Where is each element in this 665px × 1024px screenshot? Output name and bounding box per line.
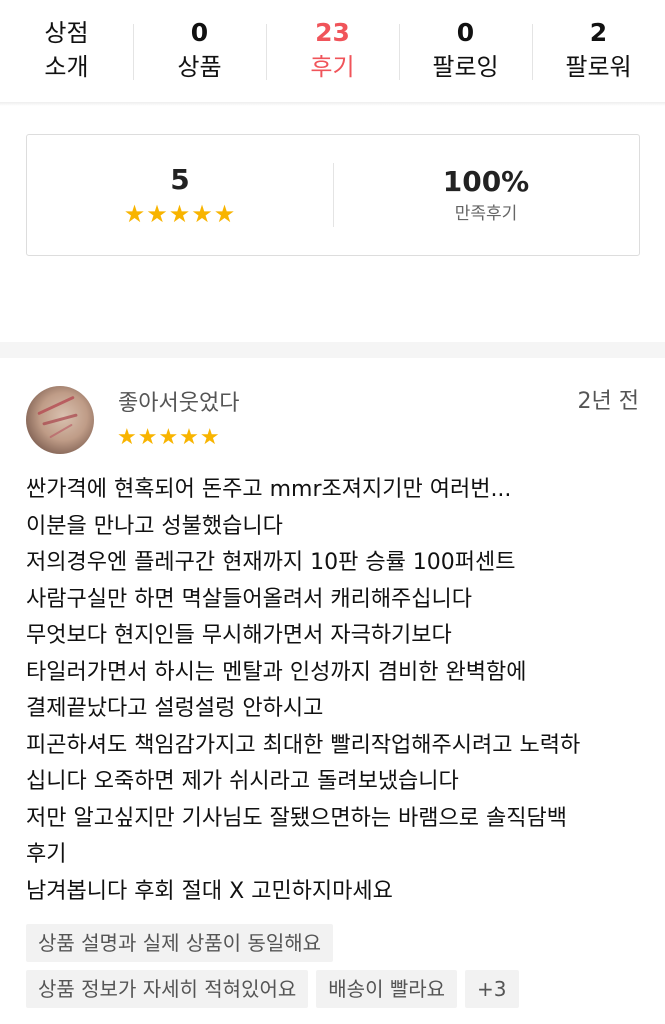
review-time: 2년 전 [577, 389, 639, 414]
review-tag-same-as-description: 상품 설명과 실제 상품이 동일해요 [26, 924, 334, 962]
following-count: 0 [456, 18, 475, 47]
review-body: 싼가격에 현혹되어 돈주고 mmr조져지기만 여러번... 이분을 만나고 성불… [26, 472, 646, 910]
tab-shop-intro-line1: 상점 [44, 19, 89, 47]
reviewer-name[interactable]: 좋아서웃었다 [118, 388, 239, 420]
more-tags-button[interactable]: +3 [465, 970, 519, 1008]
average-star-rating: ★★★★★ [123, 200, 237, 228]
review-line: 피곤하셔도 책임감가지고 최대한 빨리작업해주시려고 노력하 [26, 732, 581, 758]
tab-shop-intro-line2: 소개 [44, 53, 89, 81]
tab-following-label: 팔로잉 [432, 53, 499, 81]
review-line: 사람구실만 하면 멱살들어올려서 캐리해주십니다 [26, 586, 473, 612]
products-count: 0 [190, 18, 209, 47]
review-line: 십니다 오죽하면 제가 쉬시라고 돌려보냈습니다 [26, 769, 459, 794]
reviews-count: 23 [315, 18, 350, 47]
tab-shop-intro[interactable]: 상점 소개 [0, 0, 133, 102]
tab-reviews-label: 후기 [310, 53, 355, 81]
satisfaction-percent: 100% [442, 165, 530, 198]
review-line: 결제끝났다고 설렁설렁 안하시고 [26, 696, 324, 721]
shop-stats-tabs: 상점 소개 0 상품 23 후기 0 팔로잉 2 팔로워 [0, 0, 665, 102]
tab-following[interactable]: 0 팔로잉 [399, 0, 532, 102]
section-divider [0, 342, 665, 358]
average-score: 5 [170, 163, 190, 196]
review-tag-fast-delivery: 배송이 빨라요 [316, 970, 458, 1008]
review-line: 저만 알고싶지만 기사님도 잘됐으면하는 바램으로 솔직담백 [26, 805, 567, 831]
review-line: 저의경우엔 플레구간 현재까지 10판 승률 100퍼센트 [26, 550, 516, 575]
satisfaction-rating: 100% 만족후기 [333, 135, 639, 255]
followers-count: 2 [589, 18, 608, 47]
average-rating: 5 ★★★★★ [27, 135, 333, 255]
review-line: 이분을 만나고 성불했습니다 [26, 513, 283, 539]
review-line: 타일러가면서 하시는 멘탈과 인성까지 겸비한 완벽함에 [26, 659, 527, 685]
reviewer-avatar[interactable] [26, 386, 94, 454]
review-line: 남겨봅니다 후회 절대 X 고민하지마세요 [26, 878, 393, 904]
tabs-shadow [0, 102, 665, 106]
review-star-rating: ★★★★★ [117, 425, 221, 450]
rating-summary-box: 5 ★★★★★ 100% 만족후기 [26, 134, 640, 256]
tab-products[interactable]: 0 상품 [133, 0, 266, 102]
tab-reviews[interactable]: 23 후기 [266, 0, 399, 102]
review-tag-detailed-info: 상품 정보가 자세히 적혀있어요 [26, 970, 309, 1008]
tab-products-label: 상품 [177, 53, 222, 81]
review-line: 무엇보다 현지인들 무시해가면서 자극하기보다 [26, 623, 452, 648]
tab-followers-label: 팔로워 [565, 53, 632, 81]
tag-row: 상품 정보가 자세히 적혀있어요 배송이 빨라요 +3 [26, 970, 646, 1008]
tab-followers[interactable]: 2 팔로워 [532, 0, 665, 102]
review-line: 싼가격에 현혹되어 돈주고 mmr조져지기만 여러번... [26, 477, 512, 502]
review-line: 후기 [26, 842, 67, 867]
review-tags: 상품 설명과 실제 상품이 동일해요 상품 정보가 자세히 적혀있어요 배송이 … [26, 924, 646, 1016]
satisfaction-label: 만족후기 [454, 204, 518, 224]
tag-row: 상품 설명과 실제 상품이 동일해요 [26, 924, 646, 962]
